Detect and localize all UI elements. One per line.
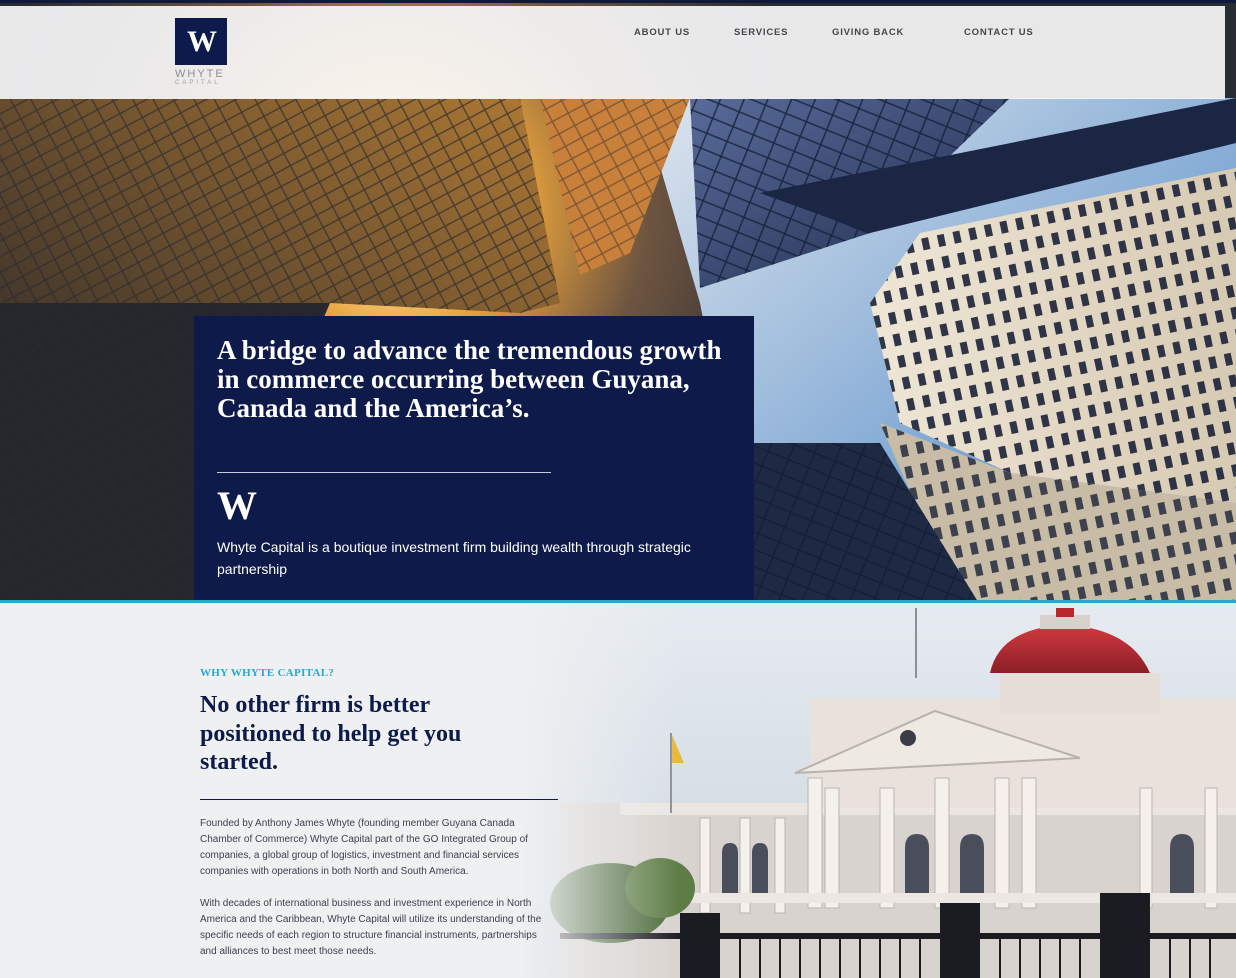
- logo[interactable]: W WHYTE CAPITAL: [175, 18, 231, 86]
- hero-card: A bridge to advance the tremendous growt…: [194, 316, 754, 602]
- hero-section: W WHYTE CAPITAL ABOUT US SERVICES GIVING…: [0, 0, 1236, 602]
- hero-heading: A bridge to advance the tremendous growt…: [217, 335, 722, 423]
- nav-about-us[interactable]: ABOUT US: [634, 27, 690, 38]
- nav-services[interactable]: SERVICES: [734, 27, 788, 38]
- why-section: WHY WHYTE CAPITAL? No other firm is bett…: [0, 603, 1236, 978]
- logo-subtitle: CAPITAL: [175, 80, 221, 86]
- hero-divider: [217, 472, 551, 473]
- why-paragraph-experience: With decades of international business a…: [200, 898, 542, 957]
- why-heading: No other firm is better positioned to he…: [200, 692, 462, 775]
- nav-giving-back[interactable]: GIVING BACK: [832, 27, 904, 38]
- hero-w-mark: W: [217, 483, 257, 528]
- hero-description: Whyte Capital is a boutique investment f…: [217, 539, 691, 577]
- logo-wordmark: WHYTE: [175, 68, 225, 80]
- why-divider: [200, 799, 558, 800]
- why-label: WHY WHYTE CAPITAL?: [200, 667, 335, 679]
- government-building-image: [0, 603, 1236, 978]
- logo-mark: W: [175, 18, 227, 65]
- nav-contact-us[interactable]: CONTACT US: [964, 27, 1034, 38]
- why-paragraph-founded: Founded by Anthony James Whyte (founding…: [200, 818, 528, 877]
- site-header: W WHYTE CAPITAL ABOUT US SERVICES GIVING…: [0, 6, 1225, 99]
